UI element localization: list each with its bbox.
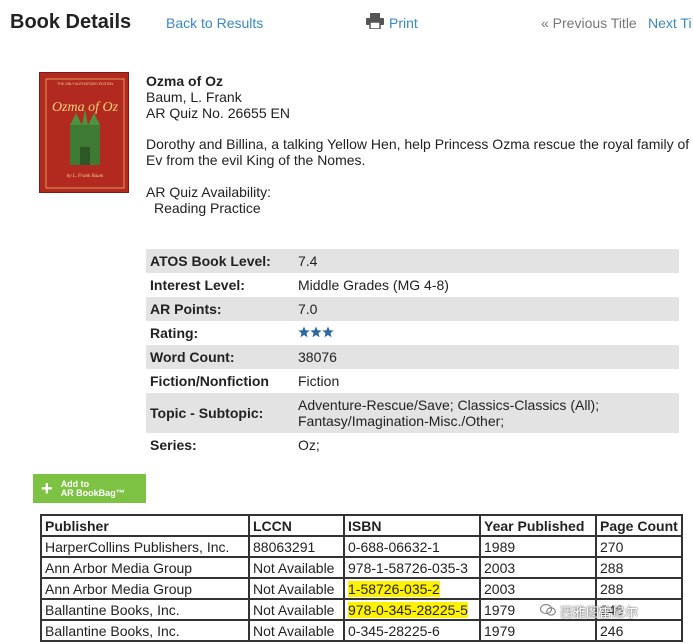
isbn-cell: 978-0-345-28225-5 bbox=[343, 598, 481, 621]
isbn-cell: 978-1-58726-035-3 bbox=[343, 556, 481, 579]
page-count-cell: 288 bbox=[595, 577, 683, 600]
page-title: Book Details bbox=[10, 11, 132, 33]
add-button-label: Add to AR BookBag™ bbox=[60, 478, 125, 498]
table-row: Ann Arbor Media Group Not Available 1-58… bbox=[40, 577, 683, 600]
details-label: Rating: bbox=[150, 325, 199, 341]
availability-item: Reading Practice bbox=[154, 200, 261, 216]
details-row: ATOS Book Level: 7.4 bbox=[146, 249, 679, 273]
details-label: Topic - Subtopic: bbox=[146, 393, 294, 433]
isbn-cell: 0-688-06632-1 bbox=[343, 535, 481, 558]
book-cover-image: THE ONLY AUTHORIZED EDITION Ozma of Oz b… bbox=[39, 72, 129, 193]
column-header: Publisher bbox=[40, 514, 250, 537]
back-to-results-link[interactable]: Back to Results bbox=[166, 15, 263, 31]
isbn-highlight: 978-0-345-28225-5 bbox=[348, 601, 468, 618]
details-value: Adventure-Rescue/Save; Classics-Classics… bbox=[294, 393, 679, 433]
lccn-cell: 88063291 bbox=[248, 535, 345, 558]
details-row: Rating: bbox=[146, 321, 679, 345]
page-count-cell: 270 bbox=[595, 535, 683, 558]
print-button[interactable]: Print bbox=[366, 13, 418, 32]
plus-icon: + bbox=[41, 477, 53, 500]
publisher-cell: HarperCollins Publishers, Inc. bbox=[40, 535, 250, 558]
previous-title-link[interactable]: « Previous Title bbox=[541, 15, 637, 31]
table-row: Ballantine Books, Inc. Not Available 0-3… bbox=[40, 619, 683, 642]
isbn-cell: 1-58726-035-2 bbox=[343, 577, 481, 600]
print-label: Print bbox=[389, 14, 418, 31]
details-label: Word Count: bbox=[146, 345, 294, 369]
star-rating-icon bbox=[298, 326, 346, 341]
availability-label: AR Quiz Availability: bbox=[146, 184, 272, 200]
details-row: AR Points: 7.0 bbox=[146, 297, 679, 321]
publisher-cell: Ballantine Books, Inc. bbox=[40, 619, 250, 642]
details-row: Series: Oz; bbox=[146, 433, 679, 457]
chat-bubble-icon bbox=[539, 603, 556, 620]
publisher-table: Publisher LCCN ISBN Year Published Page … bbox=[40, 514, 683, 642]
publisher-cell: Ann Arbor Media Group bbox=[40, 577, 250, 600]
publisher-cell: Ballantine Books, Inc. bbox=[40, 598, 250, 621]
book-info: Ozma of Oz Baum, L. Frank AR Quiz No. 26… bbox=[146, 73, 693, 216]
year-cell: 1989 bbox=[479, 535, 597, 558]
details-row: Topic - Subtopic: Adventure-Rescue/Save;… bbox=[146, 393, 679, 433]
details-label: ATOS Book Level: bbox=[146, 249, 294, 273]
details-row: Interest Level: Middle Grades (MG 4-8) bbox=[146, 273, 679, 297]
printer-icon bbox=[366, 13, 384, 32]
book-details-table: ATOS Book Level: 7.4 Interest Level: Mid… bbox=[146, 249, 679, 457]
details-row: Fiction/Nonfiction Fiction bbox=[146, 369, 679, 393]
details-row: Word Count: 38076 bbox=[146, 345, 679, 369]
details-label: AR Points: bbox=[146, 297, 294, 321]
watermark-text: 西雅图雷尼尔 bbox=[560, 605, 639, 620]
year-cell: 2003 bbox=[479, 577, 597, 600]
isbn-highlight: 1-58726-035-2 bbox=[348, 580, 440, 597]
page-count-cell: 288 bbox=[595, 556, 683, 579]
table-header-row: Publisher LCCN ISBN Year Published Page … bbox=[40, 514, 683, 537]
book-title: Ozma of Oz bbox=[146, 73, 224, 89]
details-value: 7.4 bbox=[294, 249, 679, 273]
details-value: Fiction bbox=[298, 373, 340, 389]
table-row: HarperCollins Publishers, Inc. 88063291 … bbox=[40, 535, 683, 558]
lccn-cell: Not Available bbox=[248, 619, 345, 642]
cover-top-text: THE ONLY AUTHORIZED EDITION bbox=[57, 82, 113, 86]
details-value: 7.0 bbox=[294, 297, 679, 321]
column-header: LCCN bbox=[248, 514, 345, 537]
details-label: Fiction/Nonfiction bbox=[150, 373, 269, 389]
column-header: Year Published bbox=[479, 514, 597, 537]
details-label: Series: bbox=[150, 437, 197, 453]
lccn-cell: Not Available bbox=[248, 556, 345, 579]
details-value: Middle Grades (MG 4-8) bbox=[298, 277, 449, 293]
year-cell: 1979 bbox=[479, 619, 597, 642]
publisher-cell: Ann Arbor Media Group bbox=[40, 556, 250, 579]
book-description: Dorothy and Billina, a talking Yellow He… bbox=[146, 136, 690, 168]
details-label: Interest Level: bbox=[150, 277, 245, 293]
book-author: Baum, L. Frank bbox=[146, 89, 242, 105]
next-title-link[interactable]: Next Ti bbox=[648, 15, 692, 31]
table-row: Ann Arbor Media Group Not Available 978-… bbox=[40, 556, 683, 579]
header: Book Details Back to Results Print « Pre… bbox=[0, 0, 693, 48]
page-count-cell: 246 bbox=[595, 619, 683, 642]
lccn-cell: Not Available bbox=[248, 598, 345, 621]
watermark: 西雅图雷尼尔 bbox=[539, 602, 639, 621]
column-header: Page Count bbox=[595, 514, 683, 537]
year-cell: 2003 bbox=[479, 556, 597, 579]
details-value: Oz; bbox=[298, 437, 320, 453]
rating-value bbox=[294, 321, 679, 345]
isbn-cell: 0-345-28225-6 bbox=[343, 619, 481, 642]
details-value: 38076 bbox=[294, 345, 679, 369]
cover-author-text: by L. Frank Baum bbox=[67, 174, 104, 179]
add-to-bookbag-button[interactable]: + Add to AR BookBag™ bbox=[33, 474, 146, 503]
column-header: ISBN bbox=[343, 514, 481, 537]
quiz-number: AR Quiz No. 26655 EN bbox=[146, 105, 290, 121]
lccn-cell: Not Available bbox=[248, 577, 345, 600]
